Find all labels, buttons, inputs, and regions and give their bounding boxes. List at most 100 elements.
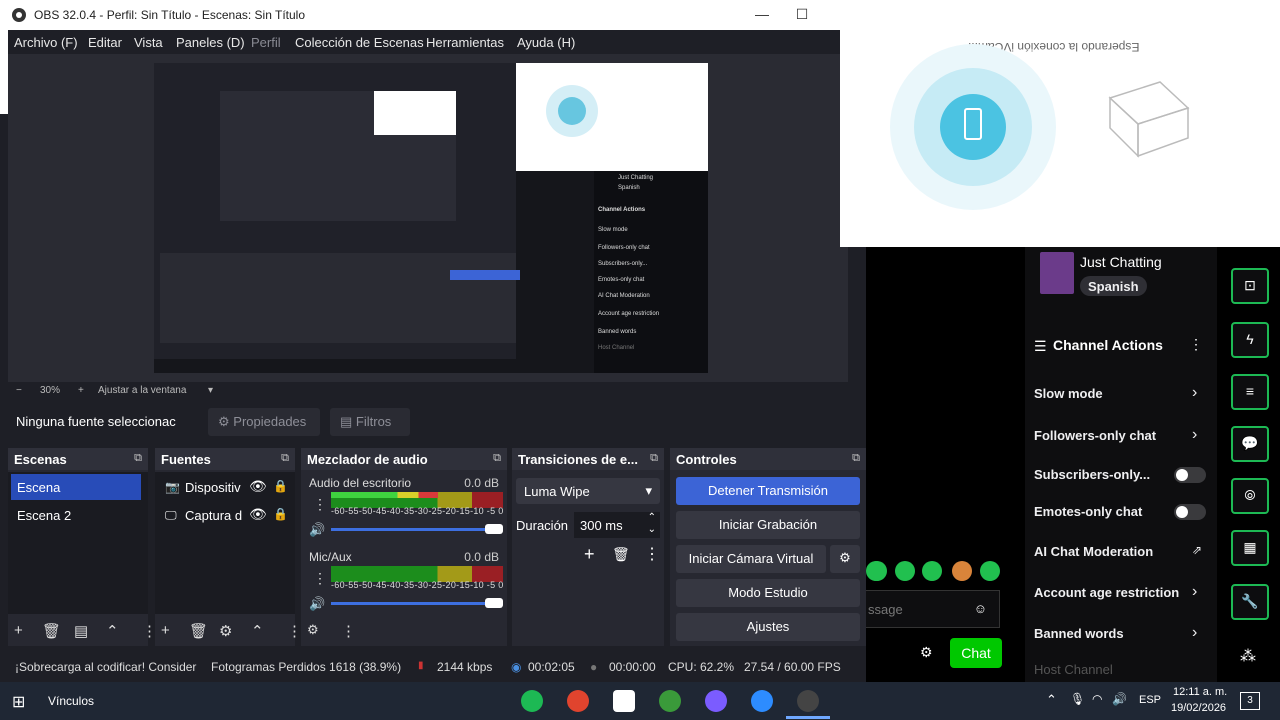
float-icon[interactable]: ⧉	[281, 452, 289, 465]
external-link-icon[interactable]: ⇗	[1192, 543, 1202, 557]
discord-icon[interactable]	[705, 690, 727, 712]
add-icon[interactable]: +	[14, 622, 23, 639]
extensions-icon[interactable]: ⁂	[1240, 646, 1256, 666]
emoji-icon[interactable]: ☺	[974, 601, 987, 616]
filter-icon[interactable]: ▤	[74, 622, 88, 640]
speaker-icon[interactable]: 🔊	[309, 596, 325, 612]
more-icon[interactable]: ⋮	[341, 622, 356, 640]
source-item[interactable]: 🖵 Captura d 👁 🔒	[163, 504, 288, 528]
windows-start-icon[interactable]: ⊞	[12, 692, 25, 712]
float-icon[interactable]: ⧉	[493, 452, 501, 465]
trash-icon[interactable]: 🗑	[612, 546, 630, 563]
emote-icon[interactable]	[980, 561, 1000, 581]
slow-mode-row[interactable]: Slow mode	[1034, 386, 1214, 401]
lock-icon[interactable]: 🔒	[273, 479, 288, 493]
zoom-in-button[interactable]: +	[78, 385, 84, 396]
wifi-icon[interactable]: ◠	[1092, 692, 1102, 706]
eye-icon[interactable]: 👁	[249, 478, 267, 495]
mod-view-icon[interactable]: ⊡	[1231, 268, 1269, 304]
wrench-icon[interactable]: 🔧	[1231, 584, 1269, 620]
chat-settings-icon[interactable]: ⚙	[920, 644, 933, 661]
channel-menu-icon[interactable]: ⋮	[313, 496, 327, 513]
volume-icon[interactable]: 🔊	[1112, 692, 1127, 706]
float-icon[interactable]: ⧉	[134, 452, 142, 465]
menu-ayuda[interactable]: Ayuda (H)	[517, 35, 575, 50]
chevron-down-icon[interactable]: ▾	[208, 385, 213, 396]
move-up-icon[interactable]: ⌃	[106, 622, 119, 640]
stop-stream-button[interactable]: Detener Transmisión	[676, 477, 860, 505]
volume-slider-knob[interactable]	[485, 524, 503, 534]
broadcast-icon[interactable]: ⦾	[1231, 478, 1269, 514]
chrome-profile-icon[interactable]	[659, 690, 681, 712]
tiktok-live-icon[interactable]	[613, 690, 635, 712]
zoom-fit-select[interactable]: Ajustar a la ventana	[98, 385, 186, 396]
microphone-icon[interactable]: 🎙	[1070, 692, 1085, 706]
lock-icon[interactable]: 🔒	[273, 507, 288, 521]
more-icon[interactable]: ⋮	[644, 544, 660, 564]
input-language[interactable]: ESP	[1139, 694, 1161, 706]
more-icon[interactable]: ⋮	[1189, 336, 1203, 353]
menu-editar[interactable]: Editar	[88, 35, 122, 50]
emote-icon[interactable]	[952, 561, 972, 581]
menu-archivo[interactable]: Archivo (F)	[14, 35, 78, 50]
chat-bubble-icon[interactable]: 💬	[1231, 426, 1269, 462]
ai-chat-moderation-row[interactable]: AI Chat Moderation	[1034, 544, 1214, 559]
trash-icon[interactable]: 🗑	[42, 622, 61, 640]
menu-herramientas[interactable]: Herramientas	[426, 35, 504, 50]
language-tag[interactable]: Spanish	[1080, 276, 1147, 296]
volume-slider[interactable]	[331, 524, 503, 534]
clock-date[interactable]: 19/02/2026	[1171, 702, 1226, 714]
mixer-settings-icon[interactable]: ⚙	[307, 622, 319, 638]
spotify-icon[interactable]	[521, 690, 543, 712]
maximize-button[interactable]: ☐	[792, 6, 812, 23]
more-icon[interactable]: ⋮	[287, 622, 302, 640]
followers-only-row[interactable]: Followers-only chat	[1034, 428, 1214, 443]
obs-taskbar-icon[interactable]	[797, 690, 819, 712]
chevron-up-icon[interactable]: ⌃	[648, 512, 656, 523]
chevron-right-icon[interactable]: ›	[1192, 583, 1197, 601]
emote-icon[interactable]	[895, 561, 915, 581]
channel-menu-icon[interactable]: ⋮	[313, 570, 327, 587]
duration-input[interactable]: 300 ms ⌃ ⌄	[574, 512, 660, 538]
emotes-only-toggle[interactable]	[1174, 504, 1206, 520]
chevron-up-icon[interactable]: ⌃	[1046, 692, 1057, 708]
menu-perfil[interactable]: Perfil	[251, 35, 281, 50]
zoom-out-button[interactable]: −	[16, 385, 22, 396]
links-toolbar[interactable]: Vínculos	[48, 694, 94, 708]
chevron-right-icon[interactable]: ›	[1192, 624, 1197, 642]
chrome-icon[interactable]	[567, 690, 589, 712]
subscribers-only-toggle[interactable]	[1174, 467, 1206, 483]
chat-send-button[interactable]: Chat	[950, 638, 1002, 668]
account-age-row[interactable]: Account age restriction	[1034, 585, 1214, 600]
notes-icon[interactable]: ≡	[1231, 374, 1269, 410]
settings-button[interactable]: Ajustes	[676, 613, 860, 641]
zoom-icon[interactable]	[751, 690, 773, 712]
preview-canvas[interactable]: Just Chatting Spanish Channel Actions Sl…	[154, 63, 708, 373]
add-icon[interactable]: +	[584, 544, 595, 565]
chevron-right-icon[interactable]: ›	[1192, 384, 1197, 402]
menu-vista[interactable]: Vista	[134, 35, 163, 50]
virtual-camera-button[interactable]: Iniciar Cámara Virtual	[676, 545, 826, 573]
chevron-right-icon[interactable]: ›	[1192, 426, 1197, 444]
move-up-icon[interactable]: ⌃	[251, 622, 264, 640]
volume-slider-knob[interactable]	[485, 598, 503, 608]
scene-item[interactable]: Escena	[11, 474, 141, 500]
float-icon[interactable]: ⧉	[852, 452, 860, 465]
host-channel-row[interactable]: Host Channel	[1034, 662, 1214, 677]
emote-icon[interactable]	[922, 561, 942, 581]
studio-mode-button[interactable]: Modo Estudio	[676, 579, 860, 607]
trash-icon[interactable]: 🗑	[189, 622, 208, 640]
filters-button[interactable]: ▤ Filtros	[330, 408, 410, 436]
layout-icon[interactable]: ▦	[1231, 530, 1269, 566]
notifications-icon[interactable]: 3	[1240, 692, 1260, 710]
menu-coleccion-escenas[interactable]: Colección de Escenas	[295, 35, 424, 50]
float-icon[interactable]: ⧉	[650, 452, 658, 465]
transition-select[interactable]: Luma Wipe ▾	[516, 478, 660, 504]
lightning-icon[interactable]: ϟ	[1231, 322, 1269, 358]
banned-words-row[interactable]: Banned words	[1034, 626, 1214, 641]
properties-button[interactable]: ⚙ Propiedades	[208, 408, 320, 436]
gear-icon[interactable]: ⚙	[219, 622, 232, 640]
speaker-icon[interactable]: 🔊	[309, 522, 325, 538]
chat-message-input[interactable]: ssage ☺	[866, 590, 1000, 628]
add-icon[interactable]: +	[161, 622, 170, 639]
